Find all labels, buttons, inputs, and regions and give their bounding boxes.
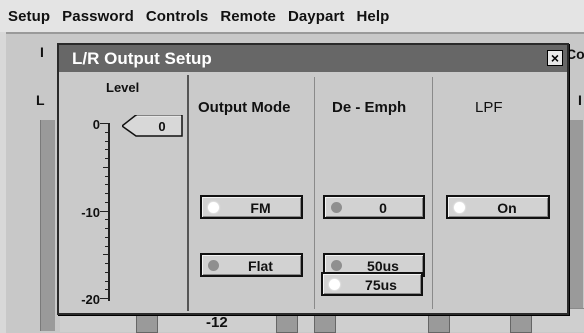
menu-remote[interactable]: Remote (214, 8, 282, 25)
level-panel: Level 0 -10 -20 0 (62, 75, 189, 311)
de-emph-75us-button[interactable]: 75us (321, 272, 423, 296)
led-on-icon (454, 202, 465, 213)
level-tick (105, 201, 110, 203)
level-tick (100, 298, 110, 299)
background-level-value: -12 (206, 314, 228, 331)
level-tick (105, 289, 110, 291)
de-emph-header: De - Emph (332, 99, 407, 116)
menu-help[interactable]: Help (351, 8, 396, 25)
level-tick (105, 228, 110, 229)
lpf-on-button[interactable]: On (446, 195, 550, 219)
close-icon: × (550, 50, 560, 66)
lpf-header: LPF (475, 99, 503, 116)
level-tick (105, 193, 110, 194)
led-off-icon (208, 260, 219, 271)
option-label: On (497, 200, 517, 216)
background-meter-right (568, 120, 583, 331)
level-tick (103, 254, 110, 256)
menu-bar: Setup Password Controls Remote Daypart H… (0, 0, 584, 32)
background-panel-label: L (36, 92, 45, 108)
led-off-icon (331, 202, 342, 213)
led-on-icon (329, 279, 340, 290)
level-tick (105, 158, 110, 159)
option-label: 75us (365, 277, 397, 293)
level-tick (100, 123, 110, 124)
level-tick (105, 245, 110, 247)
level-tick (105, 175, 110, 177)
output-mode-header: Output Mode (198, 99, 291, 116)
background-fader (314, 312, 336, 333)
led-off-icon (331, 260, 342, 271)
level-tick (105, 271, 110, 273)
level-tick (105, 219, 110, 221)
dialog-title-bar[interactable]: L/R Output Setup × (59, 45, 567, 72)
level-tick (105, 263, 110, 264)
menu-password[interactable]: Password (56, 8, 140, 25)
background-fader (276, 312, 298, 333)
de-emph-0-button[interactable]: 0 (323, 195, 425, 219)
led-on-icon (208, 202, 219, 213)
level-tick-label-20: -20 (81, 292, 100, 307)
output-mode-fm-button[interactable]: FM (200, 195, 303, 219)
level-tick (105, 184, 110, 186)
background-tab-fragment: I (40, 44, 44, 60)
option-label: Flat (248, 258, 273, 274)
menu-controls[interactable]: Controls (140, 8, 214, 25)
level-tick (105, 280, 110, 282)
level-value: 0 (158, 119, 166, 134)
background-fader (428, 312, 450, 333)
level-tick (105, 149, 110, 151)
level-tick (105, 236, 110, 238)
background-panel-label-right: I (578, 92, 582, 108)
level-tick-label-10: -10 (81, 205, 100, 220)
column-divider (432, 77, 433, 309)
option-label: 0 (379, 200, 387, 216)
dialog-title: L/R Output Setup (72, 49, 212, 68)
background-meter (40, 120, 55, 331)
column-divider (314, 77, 315, 309)
level-tick (105, 140, 110, 142)
lr-output-setup-dialog: L/R Output Setup × Level 0 -10 -20 0 Out… (57, 43, 569, 315)
menu-daypart[interactable]: Daypart (282, 8, 351, 25)
output-mode-flat-button[interactable]: Flat (200, 253, 303, 277)
level-tick (100, 210, 110, 212)
dialog-content: Level 0 -10 -20 0 Output Mode FM Flat De… (59, 72, 567, 313)
background-fader (510, 312, 532, 333)
level-tick (103, 166, 110, 168)
menu-setup[interactable]: Setup (0, 8, 56, 25)
level-tick (105, 131, 110, 133)
level-tick-label-0: 0 (92, 117, 100, 132)
close-button[interactable]: × (547, 50, 563, 66)
level-label: Level (106, 80, 140, 95)
background-fader (136, 312, 158, 333)
option-label: FM (250, 200, 271, 216)
